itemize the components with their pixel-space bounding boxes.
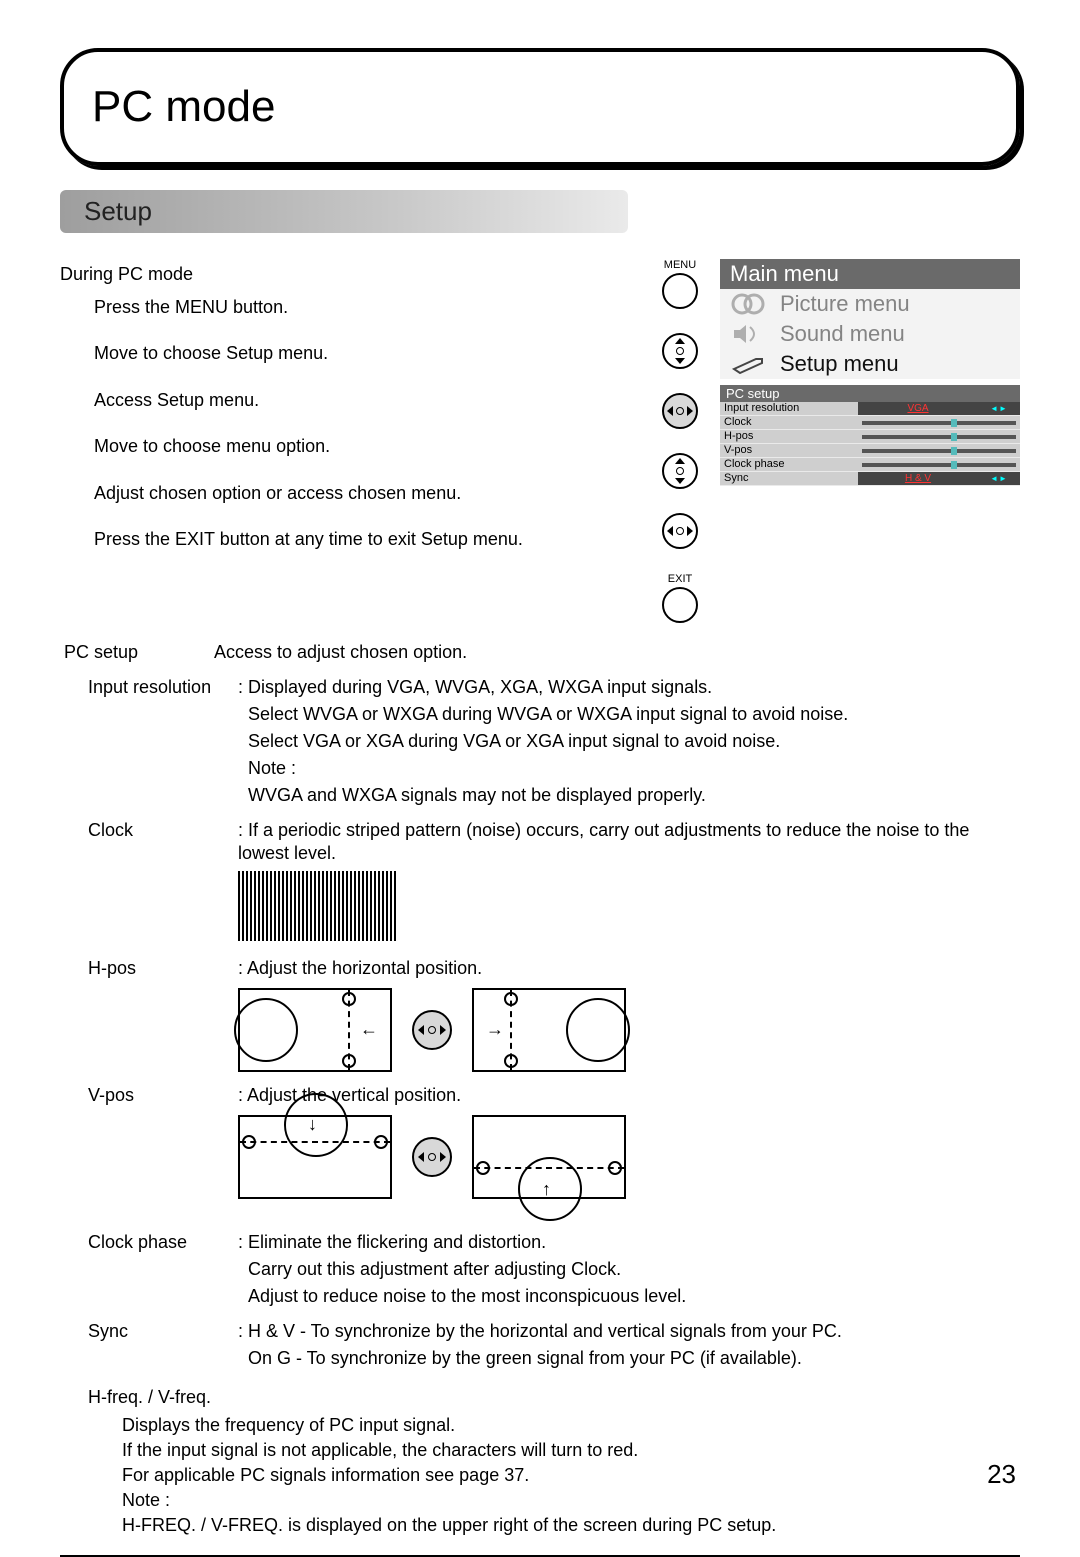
step-6: Press the EXIT button at any time to exi… (60, 528, 640, 551)
vpos-illustration: ↓ ↑ (238, 1115, 1020, 1199)
step-1: Press the MENU button. (60, 296, 640, 319)
osd-item-picture: Picture menu (720, 289, 1020, 319)
osd-row: V-pos (720, 444, 1020, 458)
page-number: 23 (987, 1459, 1016, 1490)
def-vpos-label: V-pos (60, 1084, 238, 1203)
def-sync-label: Sync (60, 1320, 238, 1374)
menu-button-icon (662, 273, 698, 309)
osd-item-label: Picture menu (780, 291, 910, 317)
def-pc-setup-body: Access to adjust chosen option. (214, 641, 1020, 664)
osd-pc-setup-title: PC setup (720, 385, 1020, 402)
exit-button-icon (662, 587, 698, 623)
osd-main-title: Main menu (720, 259, 1020, 289)
def-hfreq-label: H-freq. / V-freq. (88, 1386, 1020, 1409)
step-4: Adjust chosen option or access chosen me… (60, 482, 640, 505)
updown-button-icon-2 (662, 453, 698, 489)
footer-divider (60, 1555, 1020, 1557)
osd-row: H-pos (720, 430, 1020, 444)
def-inputres-label: Input resolution (60, 676, 238, 811)
menu-label: MENU (662, 259, 698, 271)
def-pc-setup-label: PC setup (60, 641, 214, 668)
step-2: Move to choose Setup menu. (60, 342, 640, 365)
osd-item-setup: Setup menu (720, 349, 1020, 379)
leftright-button-icon-2 (662, 513, 698, 549)
clock-noise-illustration (238, 871, 398, 941)
page-title: PC mode (92, 82, 275, 132)
hpos-illustration: ← → (238, 988, 1020, 1072)
setup-icon (724, 352, 772, 376)
osd-pc-setup-table: Input resolutionVGA◄► Clock H-pos V-pos … (720, 402, 1020, 486)
leftright-icon (412, 1137, 452, 1177)
osd-graphic: Main menu Picture menu Sound menu Setup … (720, 259, 1020, 623)
lead-text: During PC mode (60, 263, 640, 286)
updown-button-icon (662, 333, 698, 369)
section-title: Setup (60, 190, 628, 233)
osd-item-sound: Sound menu (720, 319, 1020, 349)
osd-row: Clock phase (720, 458, 1020, 472)
step-3: Access Setup menu. (60, 389, 640, 412)
page-title-frame: PC mode (60, 48, 1020, 166)
step-5: Move to choose menu option. (60, 435, 640, 458)
def-clockphase-label: Clock phase (60, 1231, 238, 1312)
picture-icon (724, 292, 772, 316)
leftright-icon (412, 1010, 452, 1050)
button-icon-column: MENU EXIT (656, 259, 704, 623)
osd-item-label: Sound menu (780, 321, 905, 347)
def-hpos-label: H-pos (60, 957, 238, 1076)
exit-label: EXIT (662, 573, 698, 585)
osd-row: Input resolutionVGA◄► (720, 402, 1020, 416)
osd-row: Clock (720, 416, 1020, 430)
sound-icon (724, 322, 772, 346)
leftright-button-icon (662, 393, 698, 429)
osd-item-label: Setup menu (780, 351, 899, 377)
def-clock-label: Clock (60, 819, 238, 949)
osd-row: SyncH & V◄► (720, 472, 1020, 486)
